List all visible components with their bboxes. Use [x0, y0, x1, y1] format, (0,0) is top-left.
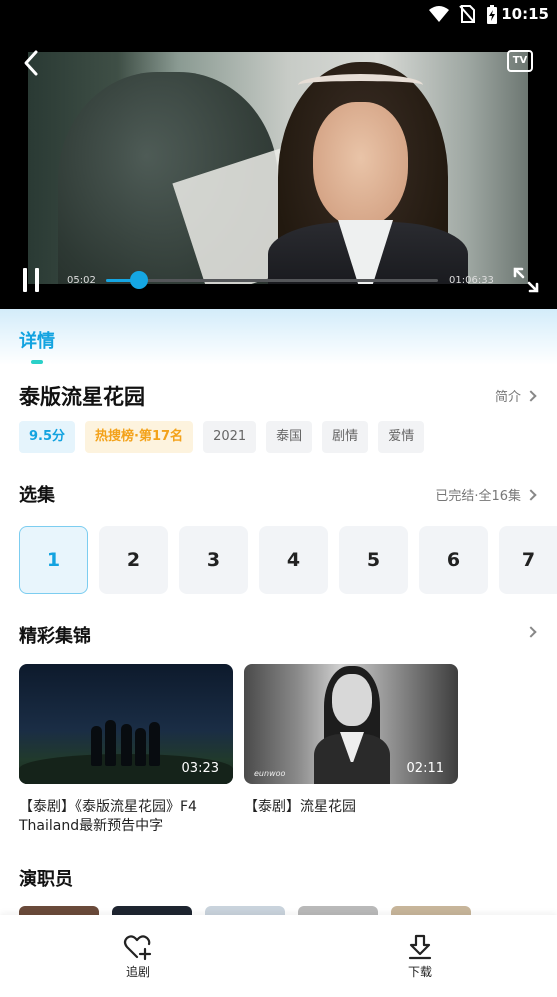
- tv-cast-button[interactable]: TV: [507, 50, 533, 72]
- tag-genre-drama[interactable]: 剧情: [322, 421, 369, 453]
- intro-label: 简介: [494, 390, 521, 405]
- thumbnail-person: [121, 724, 132, 766]
- episode-button[interactable]: 7: [499, 526, 557, 594]
- episode-button[interactable]: 5: [339, 526, 408, 594]
- heart-plus-icon: [123, 935, 152, 961]
- hot-rank-badge[interactable]: 热搜榜·第17名: [85, 421, 194, 453]
- progress-handle[interactable]: [130, 271, 149, 289]
- thumbnail-person: [135, 728, 146, 766]
- cast-title: 演职员: [19, 869, 73, 890]
- episode-button[interactable]: 6: [419, 526, 488, 594]
- clip-title[interactable]: 【泰剧】流星花园: [244, 798, 458, 817]
- thumbnail-person: [105, 720, 116, 766]
- tag-region[interactable]: 泰国: [266, 421, 313, 453]
- episodes-status: 已完结·全16集: [435, 489, 521, 504]
- highlight-list: 03:23 【泰剧】《泰版流星花园》F4 Thailand最新预告中字 eunw…: [19, 664, 458, 836]
- download-icon: [408, 934, 432, 960]
- highlight-card[interactable]: 03:23 【泰剧】《泰版流星花园》F4 Thailand最新预告中字: [19, 664, 233, 836]
- clip-title[interactable]: 【泰剧】《泰版流星花园》F4 Thailand最新预告中字: [19, 798, 233, 836]
- highlights-more[interactable]: [525, 626, 537, 638]
- detail-tab-header: 详情: [0, 309, 557, 365]
- video-frame[interactable]: [28, 52, 528, 284]
- bottom-action-bar: 追剧 下载: [0, 915, 557, 997]
- tag-row: 9.5分 热搜榜·第17名 2021 泰国 剧情 爱情: [19, 421, 425, 453]
- clip-duration: 02:11: [406, 761, 444, 776]
- progress-bar[interactable]: [106, 271, 438, 289]
- thumbnail-watermark: eunwoo: [254, 769, 286, 778]
- tab-detail[interactable]: 详情: [19, 327, 55, 353]
- chevron-right-icon: [525, 626, 537, 638]
- tab-indicator: [31, 360, 43, 364]
- chevron-right-icon: [525, 488, 537, 501]
- follow-button[interactable]: 追剧: [108, 933, 168, 980]
- battery-charging-icon: [487, 5, 497, 24]
- highlight-card[interactable]: eunwoo 02:11 【泰剧】流星花园: [244, 664, 458, 836]
- fullscreen-icon[interactable]: [512, 266, 540, 294]
- episodes-title: 选集: [19, 485, 55, 506]
- chevron-right-icon: [525, 389, 537, 402]
- show-title: 泰版流星花园: [19, 385, 145, 409]
- thumbnail-person: [91, 726, 102, 766]
- current-time: 05:02: [67, 275, 96, 286]
- highlight-thumbnail[interactable]: 03:23: [19, 664, 233, 784]
- episode-button[interactable]: 2: [99, 526, 168, 594]
- wifi-icon: [429, 6, 449, 22]
- clip-duration: 03:23: [181, 761, 219, 776]
- episode-button[interactable]: 1: [19, 526, 88, 594]
- episodes-more[interactable]: 已完结·全16集: [435, 485, 537, 504]
- follow-label: 追剧: [125, 965, 150, 979]
- episode-button[interactable]: 4: [259, 526, 328, 594]
- highlights-title: 精彩集锦: [19, 626, 91, 647]
- tag-year[interactable]: 2021: [203, 421, 257, 453]
- episode-button[interactable]: 3: [179, 526, 248, 594]
- status-time: 10:15: [501, 5, 549, 23]
- back-arrow-icon[interactable]: [16, 46, 46, 80]
- video-figure-headband: [298, 74, 423, 96]
- download-button[interactable]: 下载: [390, 933, 450, 980]
- status-bar: 10:15: [0, 0, 557, 30]
- pause-icon[interactable]: [22, 268, 42, 292]
- rating-badge: 9.5分: [19, 421, 76, 453]
- download-label: 下载: [407, 965, 432, 979]
- thumbnail-face: [332, 674, 372, 726]
- intro-link[interactable]: 简介: [494, 386, 537, 405]
- no-sim-icon: [459, 5, 475, 23]
- video-player[interactable]: 10:15 TV 05:02 01:06:33: [0, 0, 557, 309]
- highlight-thumbnail[interactable]: eunwoo 02:11: [244, 664, 458, 784]
- episode-list: 1 2 3 4 5 6 7: [19, 526, 557, 594]
- video-figure-face: [313, 102, 408, 227]
- thumbnail-person: [149, 722, 160, 766]
- tag-genre-romance[interactable]: 爱情: [378, 421, 425, 453]
- total-time: 01:06:33: [449, 275, 494, 286]
